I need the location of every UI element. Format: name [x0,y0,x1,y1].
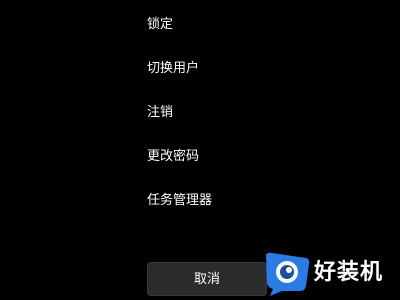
menu-item-switch-user[interactable]: 切换用户 [147,56,212,100]
menu-item-lock[interactable]: 锁定 [147,12,212,56]
security-options-screen: 锁定 切换用户 注销 更改密码 任务管理器 取消 好装机 [0,0,400,300]
cancel-button[interactable]: 取消 [147,262,267,296]
watermark: 好装机 [262,250,398,298]
menu-item-sign-out[interactable]: 注销 [147,100,212,144]
watermark-logo-icon [266,252,310,296]
watermark-text: 好装机 [314,260,384,285]
security-options-menu: 锁定 切换用户 注销 更改密码 任务管理器 [147,12,212,232]
menu-item-task-manager[interactable]: 任务管理器 [147,188,212,232]
menu-item-change-password[interactable]: 更改密码 [147,144,212,188]
